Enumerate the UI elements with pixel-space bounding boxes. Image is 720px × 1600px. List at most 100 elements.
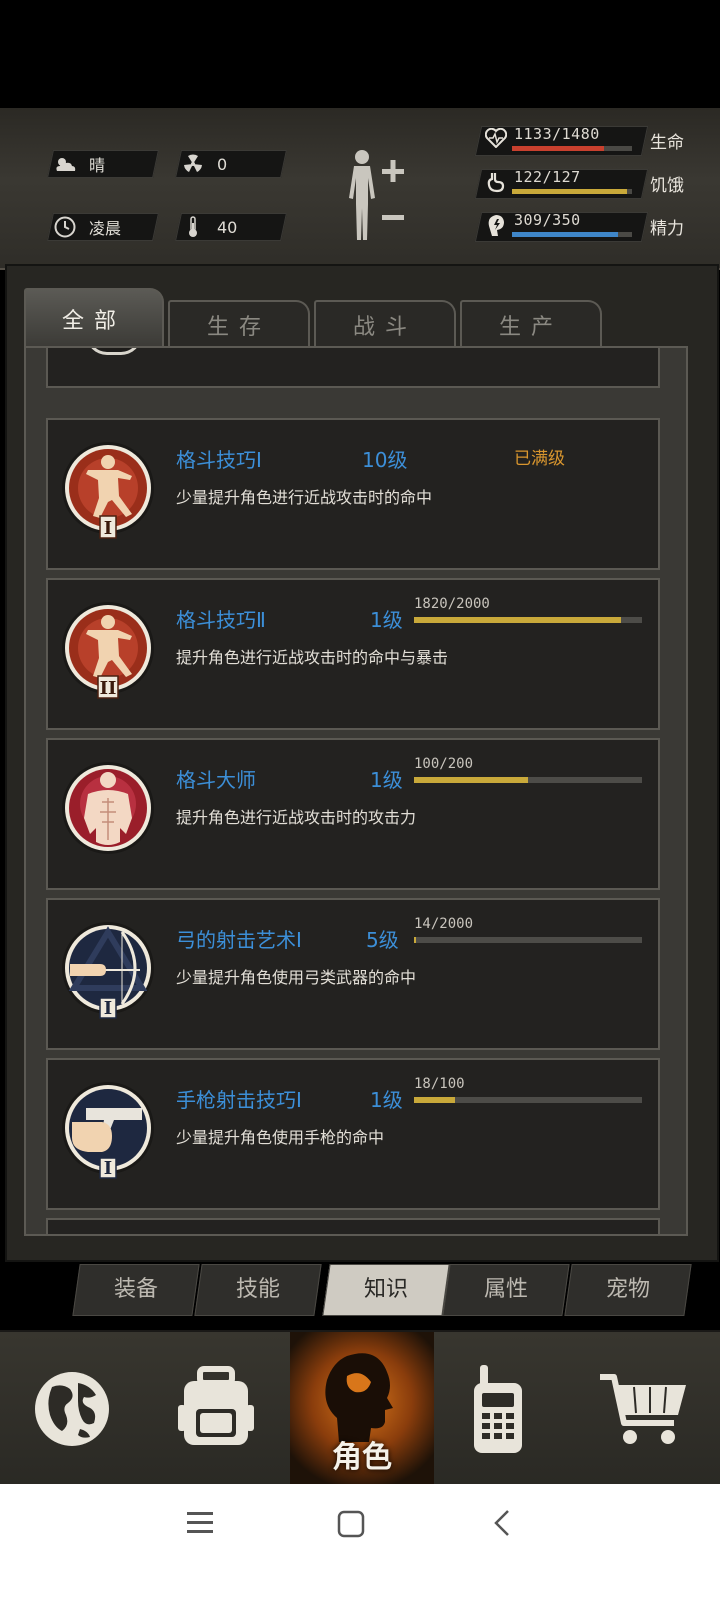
weather-icon — [51, 151, 79, 177]
time-chip: 凌晨 — [47, 213, 159, 241]
tab-all[interactable]: 全部 — [24, 288, 164, 348]
subtab-equipment[interactable]: 装备 — [72, 1264, 200, 1316]
xp-bar-fill — [414, 777, 528, 783]
subtab-attributes[interactable]: 属性 — [442, 1264, 570, 1316]
muscle-icon — [62, 758, 154, 862]
subtab-skills[interactable]: 技能 — [194, 1264, 322, 1316]
skill-card[interactable]: I 手枪射击技巧Ⅰ 1级 18/100 少量提升角色使用手枪的命中 — [46, 1058, 660, 1210]
health-bar-fill — [512, 146, 604, 151]
tab-survival[interactable]: 生存 — [168, 300, 310, 348]
archery-icon: I — [62, 918, 154, 1022]
home-icon[interactable] — [337, 1510, 365, 1538]
subtab-attributes-label: 属性 — [483, 1277, 528, 1302]
svg-text:I: I — [104, 518, 112, 539]
xp-bar — [414, 937, 642, 943]
skill-list[interactable]: I 格斗技巧Ⅰ 10级 已满级 少量提升角色进行近战攻击时的命中 II 格斗技巧… — [24, 346, 688, 1236]
subtab-equipment-label: 装备 — [113, 1277, 158, 1302]
svg-text:I: I — [104, 1158, 112, 1179]
nav-world[interactable] — [0, 1332, 144, 1486]
skill-description: 少量提升角色使用弓类武器的命中 — [176, 968, 417, 987]
skill-card-partial[interactable] — [46, 348, 660, 388]
xp-bar-fill — [414, 1097, 456, 1103]
hunger-bar-fill — [512, 189, 628, 194]
hunger-value: 122/127 — [514, 168, 581, 186]
energy-bar — [512, 232, 632, 237]
skill-name: 格斗技巧Ⅰ — [176, 448, 262, 472]
xp-bar — [414, 1097, 642, 1103]
back-icon[interactable] — [492, 1508, 512, 1538]
skill-level: 5级 — [366, 928, 399, 952]
hunger-stat: 122/127 饥饿 — [474, 168, 718, 199]
thermometer-icon — [179, 214, 207, 240]
subtab-pets-label: 宠物 — [605, 1277, 650, 1302]
energy-value: 309/350 — [514, 211, 581, 229]
weather-chip: 晴 — [47, 150, 159, 178]
skill-description: 提升角色进行近战攻击时的命中与暴击 — [176, 648, 449, 667]
weather-text: 晴 — [89, 156, 106, 175]
xp-bar — [414, 777, 642, 783]
nav-radio[interactable] — [426, 1332, 570, 1486]
energy-icon — [484, 214, 508, 238]
hunger-bar — [512, 189, 632, 194]
skill-card-partial[interactable] — [46, 1218, 660, 1234]
subtab-knowledge[interactable]: 知识 — [322, 1264, 450, 1316]
xp-text: 18/100 — [414, 1076, 465, 1092]
time-of-day-text: 凌晨 — [89, 219, 122, 238]
skill-name: 手枪射击技巧Ⅰ — [176, 1088, 302, 1112]
skill-description: 提升角色进行近战攻击时的攻击力 — [176, 808, 417, 827]
skill-card[interactable]: I 格斗技巧Ⅰ 10级 已满级 少量提升角色进行近战攻击时的命中 — [46, 418, 660, 570]
bottom-nav: 角色 — [0, 1330, 720, 1486]
energy-stat: 309/350 精力 — [474, 211, 718, 242]
martial-arts-icon: II — [62, 598, 154, 702]
skill-level: 1级 — [370, 1088, 403, 1112]
health-bar — [512, 146, 632, 151]
xp-text: 14/2000 — [414, 916, 474, 932]
radiation-icon — [179, 151, 207, 177]
xp-bar-fill — [414, 617, 622, 623]
svg-text:I: I — [104, 998, 112, 1019]
subtab-knowledge-label: 知识 — [363, 1277, 408, 1302]
health-label: 生命 — [650, 133, 684, 153]
nav-backpack[interactable] — [144, 1332, 288, 1486]
skill-level: 1级 — [370, 768, 403, 792]
xp-text: 1820/2000 — [414, 596, 490, 612]
skill-card[interactable]: I 弓的射击艺术Ⅰ 5级 14/2000 少量提升角色使用弓类武器的命中 — [46, 898, 660, 1050]
skill-name: 格斗技巧Ⅱ — [176, 608, 266, 632]
clock-icon — [51, 214, 79, 240]
health-stat: 1133/1480 生命 — [474, 125, 718, 156]
nav-character[interactable]: 角色 — [290, 1332, 434, 1486]
xp-bar-fill — [414, 937, 416, 943]
martial-arts-icon: I — [62, 438, 154, 542]
svg-text:II: II — [100, 678, 117, 699]
skill-card[interactable]: II 格斗技巧Ⅱ 1级 1820/2000 提升角色进行近战攻击时的命中与暴击 — [46, 578, 660, 730]
skill-card[interactable]: 格斗大师 1级 100/200 提升角色进行近战攻击时的攻击力 — [46, 738, 660, 890]
recents-icon[interactable] — [186, 1510, 214, 1536]
skill-icon-partial — [86, 348, 142, 355]
energy-bar-fill — [512, 232, 618, 237]
health-value: 1133/1480 — [514, 125, 600, 143]
tab-combat[interactable]: 战斗 — [314, 300, 456, 348]
subtab-pets[interactable]: 宠物 — [564, 1264, 692, 1316]
skill-name: 格斗大师 — [176, 768, 256, 792]
nav-character-label: 角色 — [332, 1440, 392, 1475]
tab-production[interactable]: 生产 — [460, 300, 602, 348]
shopping-cart-icon — [600, 1374, 686, 1444]
temperature-chip: 40 — [175, 213, 287, 241]
globe-icon — [35, 1372, 109, 1446]
heart-icon — [484, 127, 508, 152]
body-status-figure[interactable] — [342, 148, 412, 248]
skill-max-level: 已满级 — [514, 449, 565, 469]
radiation-value: 0 — [217, 154, 228, 174]
subtab-skills-label: 技能 — [235, 1277, 280, 1302]
skill-level: 1级 — [370, 608, 403, 632]
hunger-label: 饥饿 — [650, 176, 684, 196]
nav-shop[interactable] — [572, 1332, 716, 1486]
walkie-talkie-icon — [474, 1365, 522, 1453]
radiation-chip: 0 — [175, 150, 287, 178]
skill-name: 弓的射击艺术Ⅰ — [176, 928, 302, 952]
system-nav-bar — [0, 1484, 720, 1600]
skill-description: 少量提升角色进行近战攻击时的命中 — [176, 488, 433, 507]
backpack-icon — [178, 1366, 254, 1445]
xp-text: 100/200 — [414, 756, 474, 772]
skill-description: 少量提升角色使用手枪的命中 — [176, 1128, 385, 1147]
